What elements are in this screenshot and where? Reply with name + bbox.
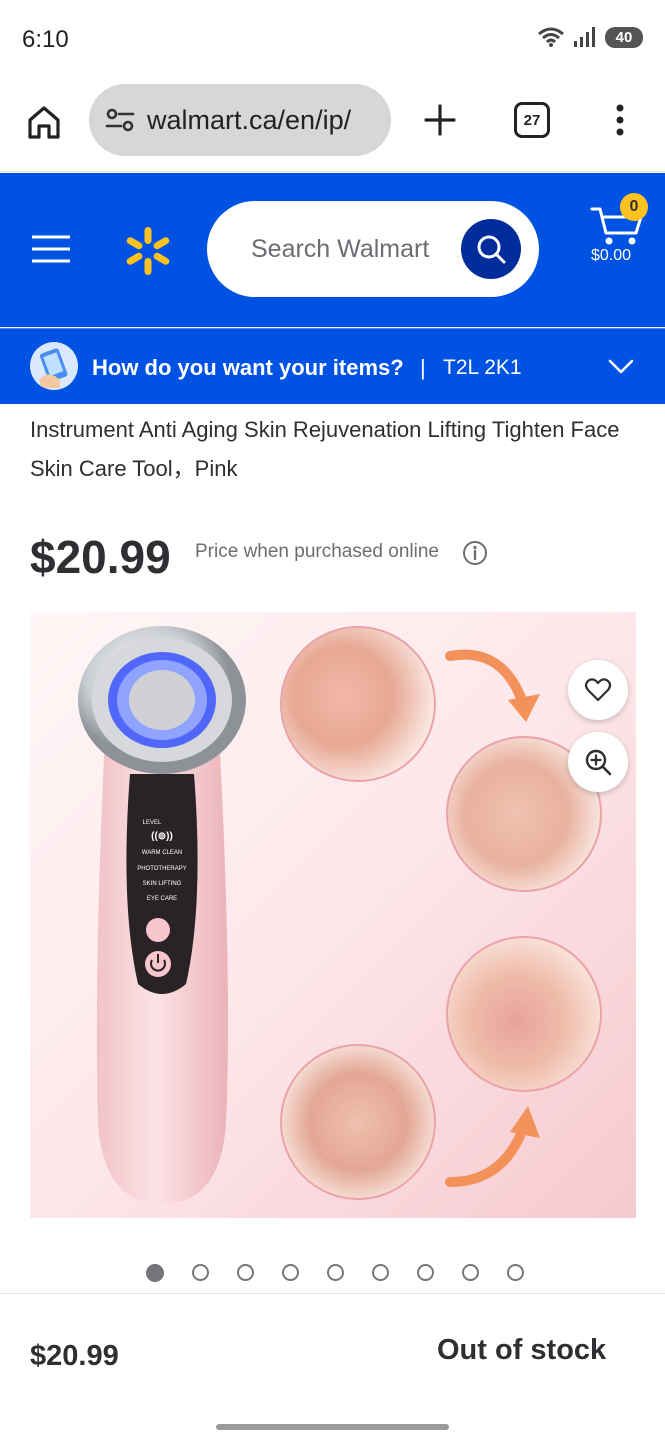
bottom-price: $20.99 <box>30 1340 119 1372</box>
cart-total: $0.00 <box>591 247 632 264</box>
battery-icon: 40 <box>605 26 643 48</box>
hamburger-menu-icon[interactable] <box>30 233 72 265</box>
fulfillment-question: How do you want your items? <box>92 355 404 380</box>
favorite-button[interactable] <box>568 660 628 720</box>
device-label-warm-clean: WARM CLEAN <box>142 850 182 856</box>
status-icons: 40 <box>537 26 643 48</box>
svg-text:((⊚)): ((⊚)) <box>151 831 173 842</box>
device-label-level: LEVEL <box>143 820 162 826</box>
price-note: Price when purchased online <box>195 541 439 562</box>
pagination-dot[interactable] <box>507 1264 524 1281</box>
search-icon <box>477 235 506 264</box>
search-input[interactable]: Search Walmart <box>207 201 539 297</box>
info-icon[interactable] <box>462 540 488 566</box>
search-placeholder[interactable]: Search Walmart <box>251 235 429 264</box>
pagination-dot[interactable] <box>462 1264 479 1281</box>
arrow-up-icon <box>445 1106 540 1187</box>
face-before-redness-image <box>280 626 436 782</box>
status-bar: 6:10 40 <box>0 0 665 80</box>
image-pagination <box>146 1264 524 1282</box>
fulfillment-divider: | <box>420 355 426 380</box>
tab-switcher-button[interactable]: 27 <box>514 102 550 138</box>
gesture-nav-handle[interactable] <box>216 1424 449 1430</box>
product-price: $20.99 <box>30 531 171 583</box>
device-label-skin-lifting: SKIN LIFTING <box>143 881 182 887</box>
url-text[interactable]: walmart.ca/en/ip/ <box>147 105 351 136</box>
fulfillment-icon <box>30 342 78 390</box>
heart-icon <box>584 678 612 702</box>
product-title: Instrument Anti Aging Skin Rejuvenation … <box>30 417 620 481</box>
pagination-dot[interactable] <box>237 1264 254 1281</box>
pagination-dot[interactable] <box>327 1264 344 1281</box>
site-settings-icon[interactable] <box>103 103 137 137</box>
pagination-dot[interactable] <box>372 1264 389 1281</box>
walmart-header: Search Walmart 0 $0.00 <box>0 173 665 327</box>
postal-code: T2L 2K1 <box>443 356 522 379</box>
walmart-spark-logo[interactable] <box>122 225 174 277</box>
pagination-dot[interactable] <box>146 1264 164 1282</box>
device-label-phototherapy: PHOTOTHERAPY <box>137 866 187 872</box>
lips-closeup-image <box>446 936 602 1092</box>
device-label-eye-care: EYE CARE <box>147 896 177 902</box>
address-bar[interactable]: walmart.ca/en/ip/ <box>89 84 391 156</box>
zoom-in-icon <box>585 749 612 776</box>
browser-toolbar: walmart.ca/en/ip/ 27 <box>0 80 665 172</box>
cart-count-badge: 0 <box>620 193 648 221</box>
bottom-purchase-bar: $20.99 Out of stock <box>0 1293 665 1440</box>
search-button[interactable] <box>461 219 521 279</box>
more-menu-icon[interactable] <box>604 100 636 140</box>
product-image[interactable]: LEVEL ((⊚)) WARM CLEAN PHOTOTHERAPY SKIN… <box>30 612 636 1218</box>
fulfillment-selector[interactable]: How do you want your items? | T2L 2K1 <box>0 328 665 404</box>
zoom-button[interactable] <box>568 732 628 792</box>
wifi-icon <box>538 27 564 47</box>
home-icon[interactable] <box>24 102 64 142</box>
new-tab-icon[interactable] <box>422 102 458 138</box>
signal-icon <box>574 27 595 47</box>
chevron-down-icon[interactable] <box>608 357 634 377</box>
face-acne-image <box>280 1044 436 1200</box>
pagination-dot[interactable] <box>417 1264 434 1281</box>
arrow-down-icon <box>445 649 540 722</box>
pagination-dot[interactable] <box>192 1264 209 1281</box>
pagination-dot[interactable] <box>282 1264 299 1281</box>
stock-status: Out of stock <box>437 1334 607 1366</box>
face-massager-device-image: LEVEL ((⊚)) WARM CLEAN PHOTOTHERAPY SKIN… <box>78 626 246 1204</box>
status-time: 6:10 <box>22 26 69 53</box>
